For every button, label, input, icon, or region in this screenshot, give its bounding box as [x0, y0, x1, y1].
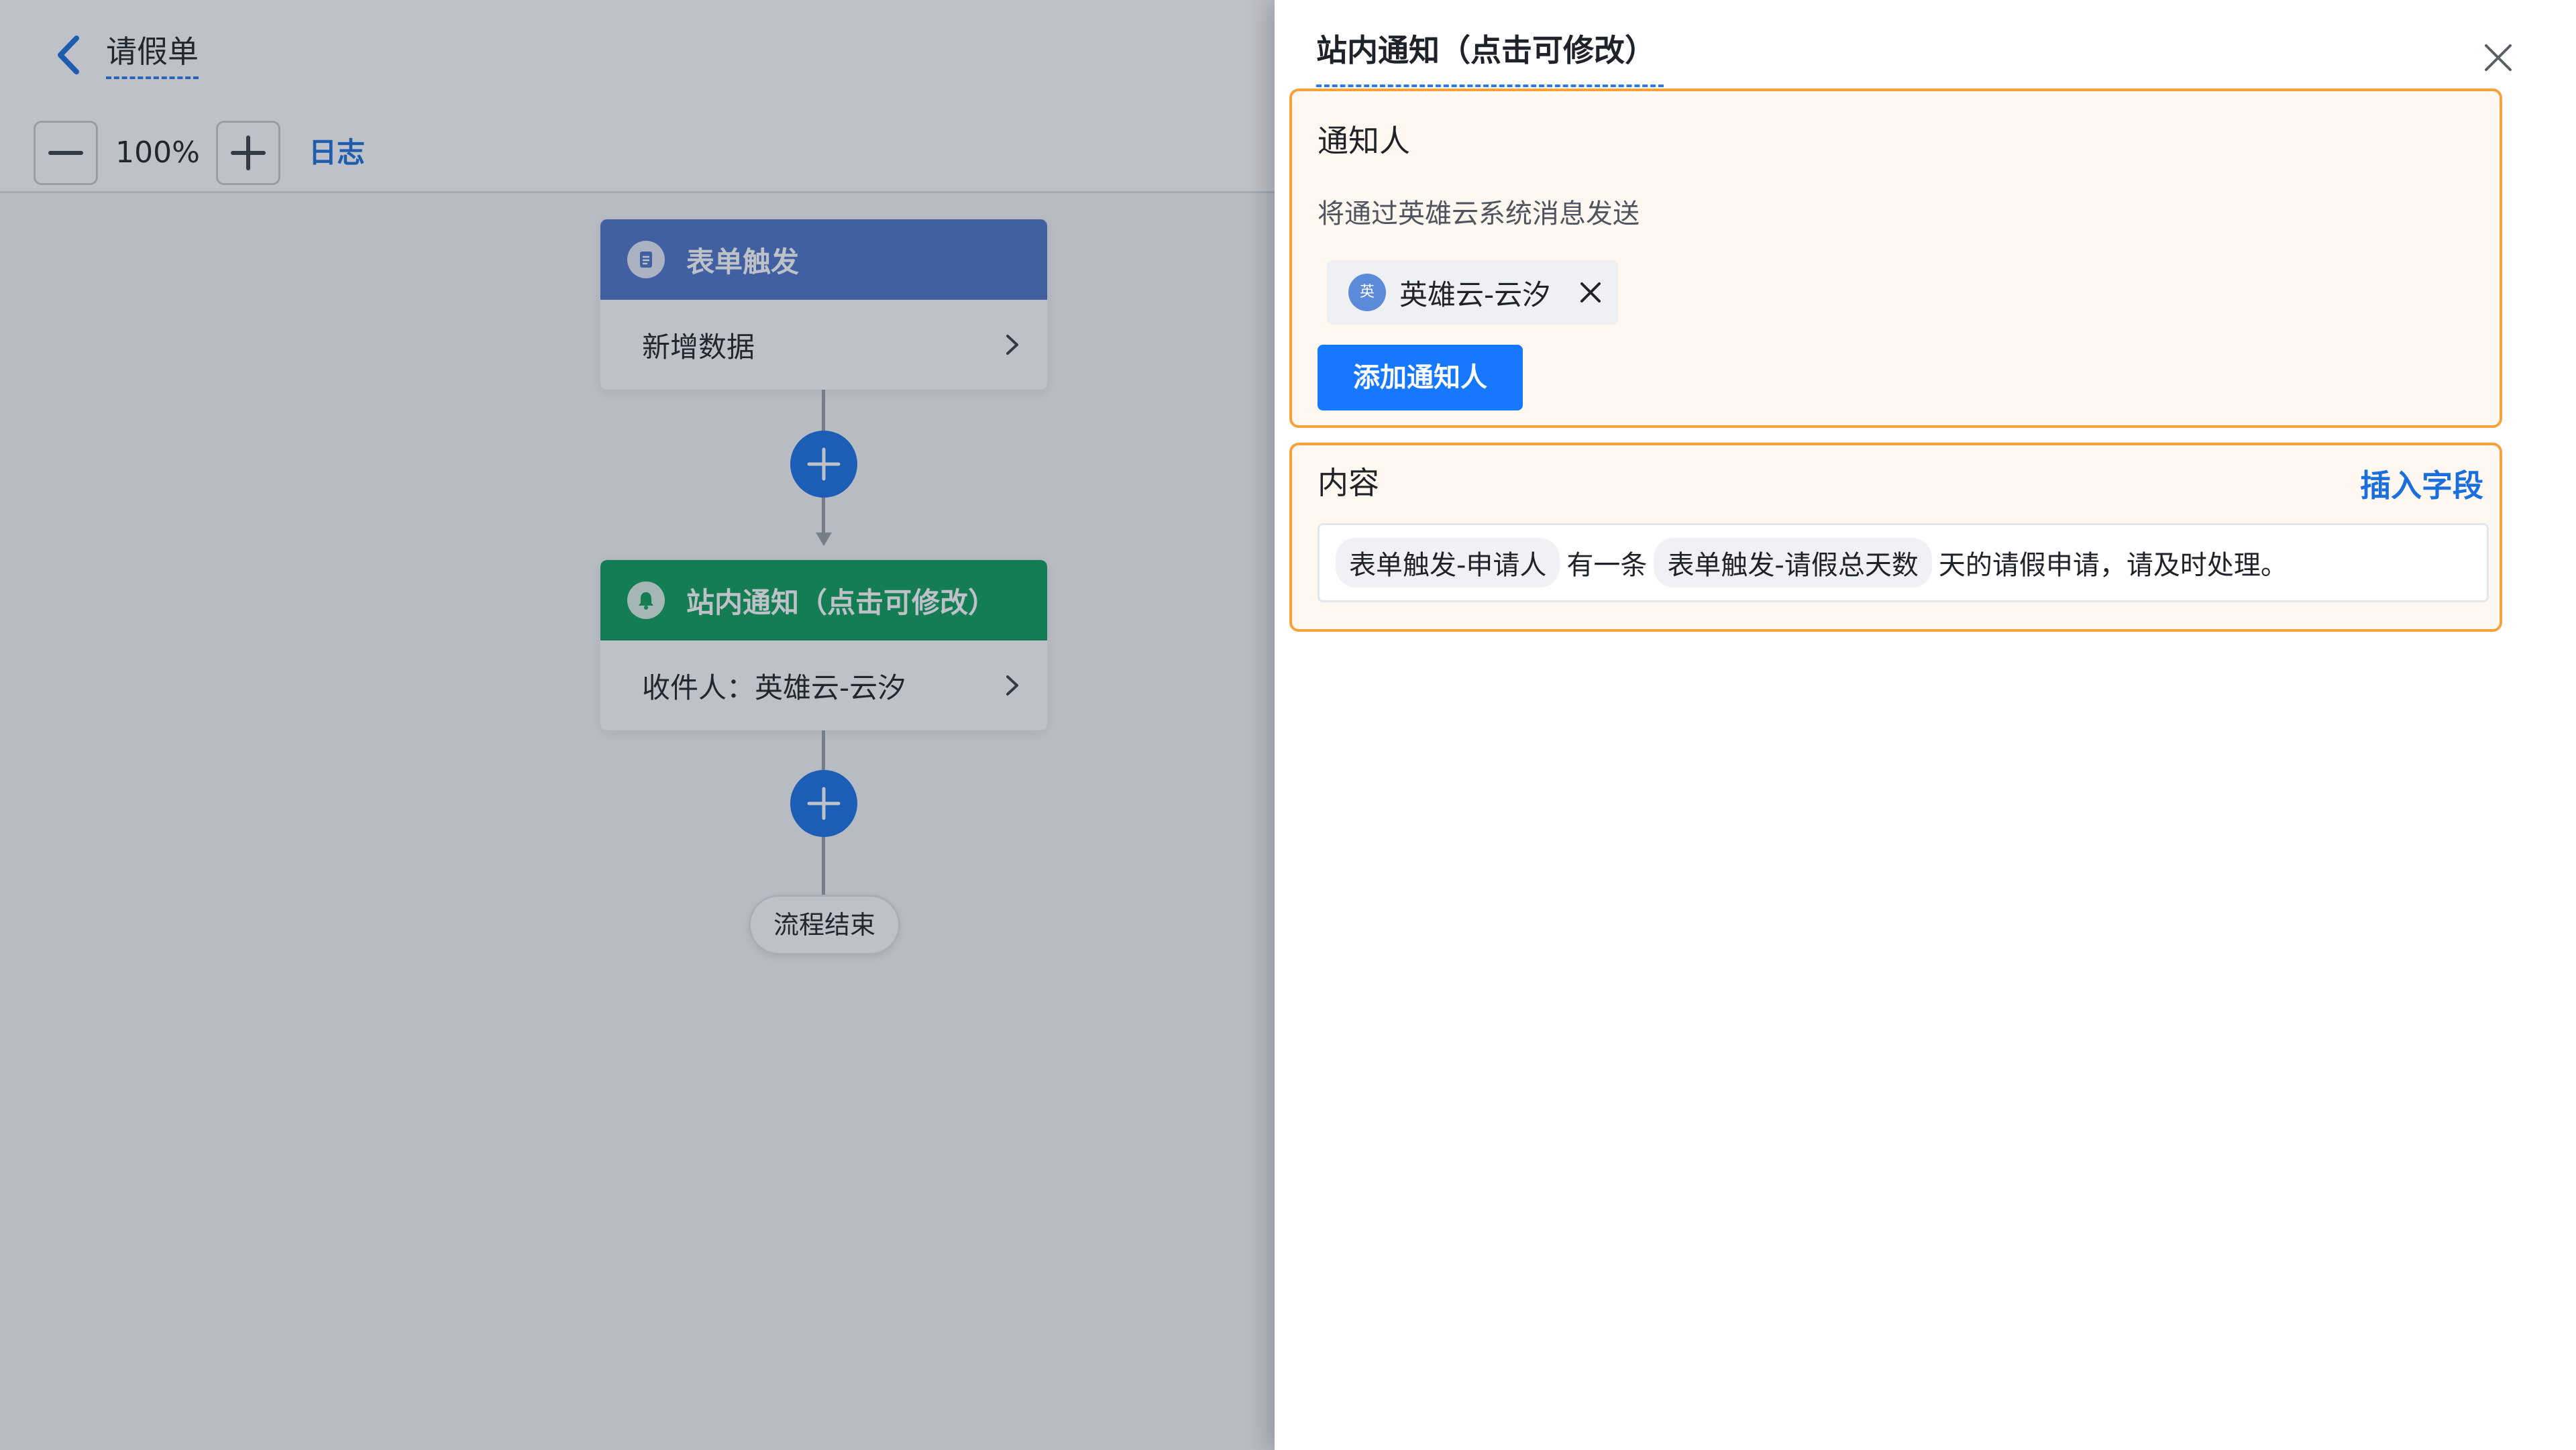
field-chip[interactable]: 表单触发-申请人	[1336, 538, 1560, 588]
message-text: 天的请假申请，请及时处理。	[1938, 550, 2288, 581]
close-button[interactable]	[2475, 35, 2521, 80]
close-icon	[1580, 282, 1601, 302]
close-icon	[2485, 44, 2512, 71]
add-recipient-button[interactable]: 添加通知人	[1318, 345, 1523, 410]
content-editor[interactable]: 表单触发-申请人 有一条 表单触发-请假总天数 天的请假申请，请及时处理。	[1318, 523, 2489, 602]
avatar: 英	[1348, 274, 1386, 311]
recipient-tag: 英 英雄云-云汐	[1327, 260, 1618, 325]
flow-canvas: 请假单 100% 日志 表单触发 新增数据 站内通知（点击可修改） 收件人：英雄…	[0, 0, 1275, 1450]
recipients-title: 通知人	[1318, 123, 1410, 159]
remove-recipient-button[interactable]	[1577, 279, 1604, 306]
insert-field-link[interactable]: 插入字段	[2360, 461, 2483, 506]
recipients-panel: 通知人 将通过英雄云系统消息发送 英 英雄云-云汐 添加通知人	[1289, 89, 2502, 428]
message-text: 有一条	[1566, 550, 1648, 581]
recipients-description: 将通过英雄云系统消息发送	[1318, 199, 1640, 229]
recipient-name: 英雄云-云汐	[1399, 278, 1551, 311]
drawer-title[interactable]: 站内通知（点击可修改）	[1316, 25, 1664, 87]
content-panel: 内容 插入字段 表单触发-申请人 有一条 表单触发-请假总天数 天的请假申请，请…	[1289, 443, 2502, 632]
content-title: 内容	[1318, 465, 1379, 501]
node-settings-drawer: 站内通知（点击可修改） 通知人 将通过英雄云系统消息发送 英 英雄云-云汐 添加…	[1275, 0, 2576, 1450]
modal-overlay[interactable]	[0, 0, 1275, 1450]
field-chip[interactable]: 表单触发-请假总天数	[1654, 538, 1932, 588]
